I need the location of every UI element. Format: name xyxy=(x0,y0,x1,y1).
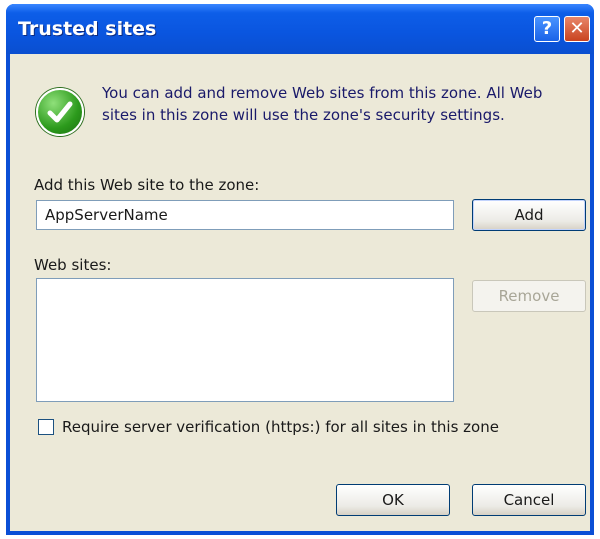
remove-button[interactable]: Remove xyxy=(472,280,586,312)
help-button[interactable]: ? xyxy=(534,16,560,42)
require-verification-checkbox[interactable] xyxy=(38,419,54,435)
add-button[interactable]: Add xyxy=(472,199,586,231)
window-title: Trusted sites xyxy=(18,18,157,40)
require-verification-label[interactable]: Require server verification (https:) for… xyxy=(62,418,499,436)
dialog-body: You can add and remove Web sites from th… xyxy=(10,54,590,531)
title-bar[interactable]: Trusted sites ? ✕ xyxy=(6,4,594,54)
help-icon: ? xyxy=(541,18,553,39)
add-site-input[interactable]: AppServerName xyxy=(36,200,454,230)
close-button[interactable]: ✕ xyxy=(564,16,590,42)
zone-description: You can add and remove Web sites from th… xyxy=(102,84,543,124)
web-sites-list[interactable] xyxy=(36,278,454,402)
ok-button[interactable]: OK xyxy=(336,484,450,516)
trusted-sites-dialog: Trusted sites ? ✕ You can add and remove… xyxy=(6,4,594,535)
green-checkmark-icon xyxy=(36,88,84,136)
cancel-button[interactable]: Cancel xyxy=(472,484,586,516)
add-site-label: Add this Web site to the zone: xyxy=(34,176,260,194)
close-icon: ✕ xyxy=(569,18,585,39)
web-sites-label: Web sites: xyxy=(34,256,112,274)
